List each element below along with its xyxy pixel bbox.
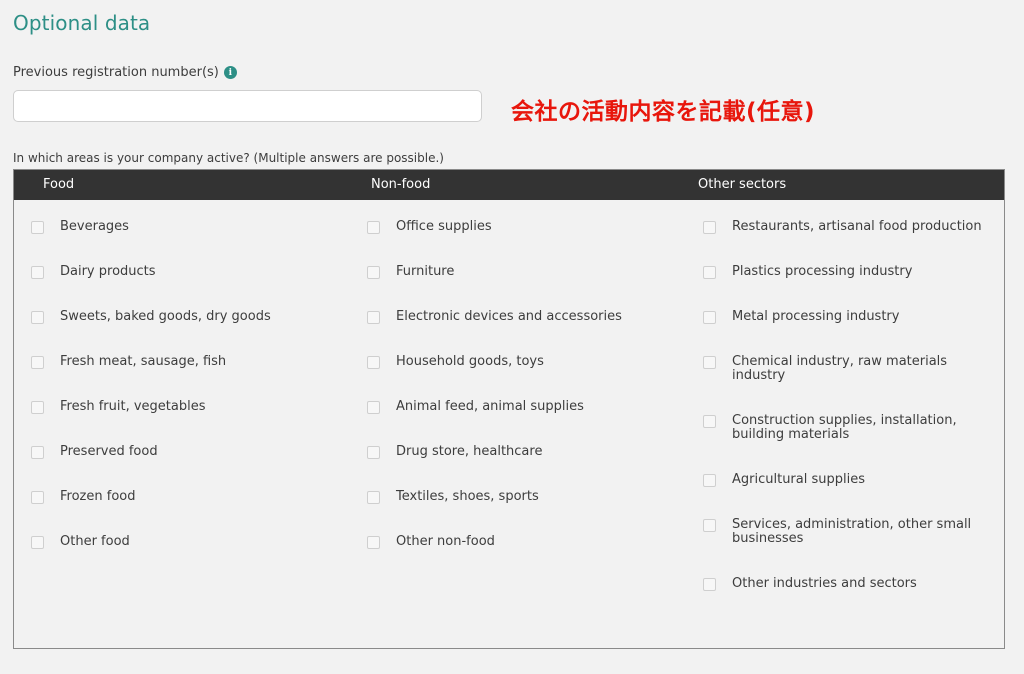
- option-plastics[interactable]: Plastics processing industry: [703, 265, 992, 279]
- option-electronic-devices[interactable]: Electronic devices and accessories: [367, 310, 622, 324]
- checkbox[interactable]: [367, 266, 380, 279]
- option-label: Plastics processing industry: [732, 264, 913, 279]
- checkbox[interactable]: [31, 221, 44, 234]
- section-title: Optional data: [13, 11, 151, 35]
- option-label: Other non-food: [396, 534, 495, 549]
- option-sweets[interactable]: Sweets, baked goods, dry goods: [31, 310, 271, 324]
- option-fresh-meat[interactable]: Fresh meat, sausage, fish: [31, 355, 226, 369]
- option-label: Dairy products: [60, 264, 156, 279]
- option-label: Electronic devices and accessories: [396, 309, 622, 324]
- checkbox[interactable]: [31, 311, 44, 324]
- option-label: Services, administration, other small bu…: [732, 517, 972, 546]
- checkbox[interactable]: [703, 415, 716, 428]
- option-other-industries[interactable]: Other industries and sectors: [703, 577, 992, 591]
- option-frozen-food[interactable]: Frozen food: [31, 490, 135, 504]
- option-preserved-food[interactable]: Preserved food: [31, 445, 158, 459]
- option-label: Frozen food: [60, 489, 136, 504]
- registration-label: Previous registration number(s) i: [13, 65, 237, 80]
- checkbox[interactable]: [703, 356, 716, 369]
- option-label: Animal feed, animal supplies: [396, 399, 584, 414]
- checkbox[interactable]: [703, 519, 716, 532]
- option-label: Metal processing industry: [732, 309, 900, 324]
- option-animal-feed[interactable]: Animal feed, animal supplies: [367, 400, 584, 414]
- checkbox[interactable]: [367, 356, 380, 369]
- option-label: Drug store, healthcare: [396, 444, 543, 459]
- option-label: Textiles, shoes, sports: [396, 489, 539, 504]
- column-header-other-sectors: Other sectors: [698, 177, 787, 192]
- checkbox[interactable]: [703, 266, 716, 279]
- option-label: Household goods, toys: [396, 354, 544, 369]
- option-label: Beverages: [60, 219, 129, 234]
- option-label: Construction supplies, installation, bui…: [732, 413, 957, 442]
- checkbox[interactable]: [703, 578, 716, 591]
- option-household-goods[interactable]: Household goods, toys: [367, 355, 544, 369]
- option-services[interactable]: Services, administration, other small bu…: [703, 518, 982, 546]
- checkbox[interactable]: [31, 266, 44, 279]
- option-textiles[interactable]: Textiles, shoes, sports: [367, 490, 539, 504]
- checkbox[interactable]: [31, 356, 44, 369]
- checkbox[interactable]: [703, 221, 716, 234]
- column-header-non-food: Non-food: [371, 177, 431, 192]
- checkbox[interactable]: [367, 311, 380, 324]
- option-label: Furniture: [396, 264, 455, 279]
- option-dairy-products[interactable]: Dairy products: [31, 265, 156, 279]
- option-furniture[interactable]: Furniture: [367, 265, 454, 279]
- areas-header: Food Non-food Other sectors: [14, 170, 1004, 200]
- option-label: Fresh meat, sausage, fish: [60, 354, 227, 369]
- option-label: Agricultural supplies: [732, 472, 866, 487]
- checkbox[interactable]: [31, 491, 44, 504]
- option-office-supplies[interactable]: Office supplies: [367, 220, 492, 234]
- option-beverages[interactable]: Beverages: [31, 220, 129, 234]
- checkbox[interactable]: [367, 401, 380, 414]
- option-label: Other industries and sectors: [732, 576, 917, 591]
- option-label: Office supplies: [396, 219, 492, 234]
- option-label: Preserved food: [60, 444, 158, 459]
- option-label: Fresh fruit, vegetables: [60, 399, 206, 414]
- option-construction[interactable]: Construction supplies, installation, bui…: [703, 414, 972, 442]
- registration-label-text: Previous registration number(s): [13, 65, 219, 80]
- checkbox[interactable]: [367, 536, 380, 549]
- checkbox[interactable]: [31, 401, 44, 414]
- checkbox[interactable]: [367, 221, 380, 234]
- areas-table: Food Non-food Other sectors Beverages Da…: [13, 169, 1005, 649]
- option-drug-store[interactable]: Drug store, healthcare: [367, 445, 542, 459]
- option-fresh-fruit[interactable]: Fresh fruit, vegetables: [31, 400, 206, 414]
- option-restaurants[interactable]: Restaurants, artisanal food production: [703, 220, 992, 234]
- checkbox[interactable]: [31, 446, 44, 459]
- option-label: Sweets, baked goods, dry goods: [60, 309, 271, 324]
- checkbox[interactable]: [367, 491, 380, 504]
- checkbox[interactable]: [703, 474, 716, 487]
- option-label: Chemical industry, raw materials industr…: [732, 354, 948, 383]
- registration-number-input[interactable]: [13, 90, 482, 122]
- checkbox[interactable]: [367, 446, 380, 459]
- info-icon[interactable]: i: [223, 66, 237, 79]
- option-other-food[interactable]: Other food: [31, 535, 130, 549]
- areas-question: In which areas is your company active? (…: [13, 151, 444, 165]
- checkbox[interactable]: [31, 536, 44, 549]
- column-header-food: Food: [43, 177, 75, 192]
- annotation-text: 会社の活動内容を記載(任意): [511, 99, 816, 125]
- option-other-non-food[interactable]: Other non-food: [367, 535, 495, 549]
- option-metal[interactable]: Metal processing industry: [703, 310, 992, 324]
- option-chemical[interactable]: Chemical industry, raw materials industr…: [703, 355, 972, 383]
- option-label: Other food: [60, 534, 130, 549]
- option-agricultural[interactable]: Agricultural supplies: [703, 473, 992, 487]
- option-label: Restaurants, artisanal food production: [732, 219, 982, 234]
- checkbox[interactable]: [703, 311, 716, 324]
